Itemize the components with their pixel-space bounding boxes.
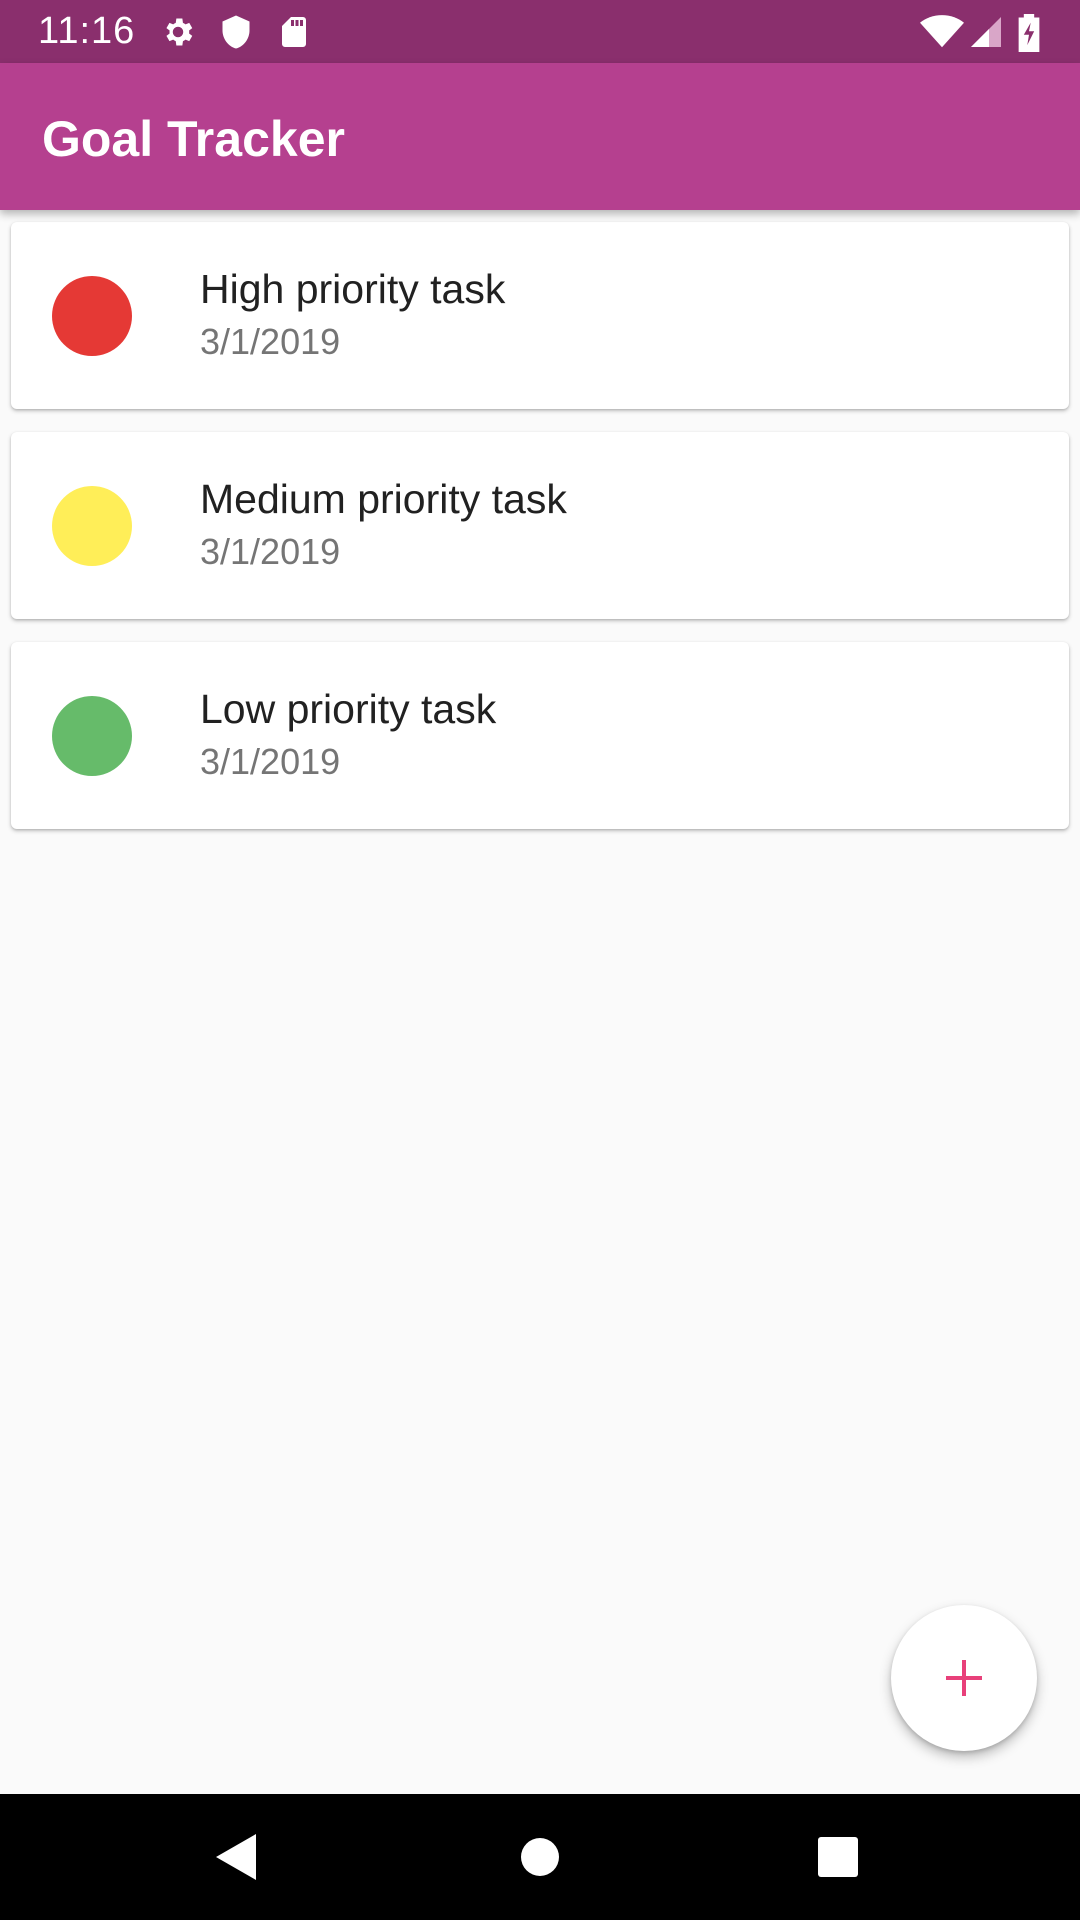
app-title: Goal Tracker xyxy=(42,111,345,167)
priority-indicator xyxy=(52,486,132,566)
task-card-low[interactable]: Low priority task 3/1/2019 xyxy=(11,642,1069,829)
recents-icon[interactable] xyxy=(805,1824,871,1890)
sd-card-icon xyxy=(276,14,312,50)
add-task-button[interactable] xyxy=(891,1605,1037,1751)
task-card-medium[interactable]: Medium priority task 3/1/2019 xyxy=(11,432,1069,619)
shield-icon xyxy=(218,14,254,50)
priority-indicator xyxy=(52,696,132,776)
home-icon[interactable] xyxy=(507,1824,573,1890)
task-title: Medium priority task xyxy=(200,476,567,522)
priority-indicator xyxy=(52,276,132,356)
task-title: Low priority task xyxy=(200,686,497,732)
app-bar: Goal Tracker xyxy=(0,63,1080,210)
screen: 11:16 Goal Tracker High priority task 3/… xyxy=(0,0,1080,1920)
settings-gear-icon xyxy=(160,14,196,50)
task-title: High priority task xyxy=(200,266,506,312)
navigation-bar xyxy=(0,1794,1080,1920)
back-icon[interactable] xyxy=(206,1824,272,1890)
wifi-icon xyxy=(920,14,964,50)
task-date: 3/1/2019 xyxy=(200,321,341,362)
signal-icon xyxy=(968,14,1004,50)
task-card-high[interactable]: High priority task 3/1/2019 xyxy=(11,222,1069,409)
task-date: 3/1/2019 xyxy=(200,741,341,782)
battery-charging-icon xyxy=(1016,14,1042,52)
status-bar: 11:16 xyxy=(0,0,1080,63)
status-time: 11:16 xyxy=(38,10,136,52)
plus-icon xyxy=(946,1660,982,1696)
task-date: 3/1/2019 xyxy=(200,531,341,572)
